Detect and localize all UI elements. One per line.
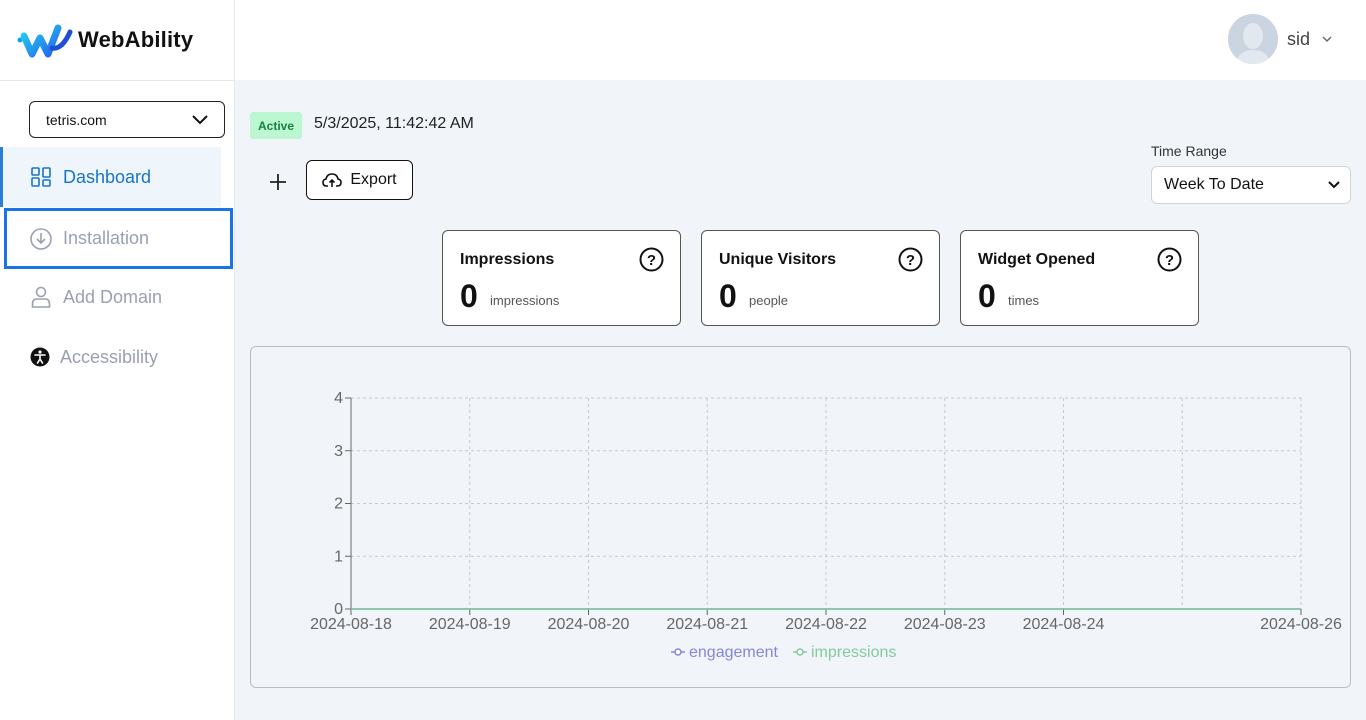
chevron-down-icon <box>192 114 208 124</box>
y-tick-label: 1 <box>334 548 343 565</box>
y-tick-label: 4 <box>334 390 343 407</box>
export-button[interactable]: Export <box>306 160 413 200</box>
card-title: Impressions <box>460 251 555 268</box>
card-value: 0 <box>460 278 478 314</box>
sidebar-item-installation[interactable]: Installation <box>4 208 233 269</box>
chevron-down-icon <box>1322 36 1332 42</box>
legend-marker <box>796 648 804 656</box>
sidebar-item-label: Dashboard <box>63 166 152 187</box>
line-chart: 012342024-08-18 2024-08-19 2024-08-20 2024-… <box>310 390 1342 661</box>
cloud-upload-icon <box>322 173 343 187</box>
x-tick-label: 2024-08-23 <box>904 616 986 633</box>
x-tick-label: 2024-08-21 <box>666 616 748 633</box>
sidebar-item-label: Installation <box>63 228 150 248</box>
avatar <box>1227 14 1278 64</box>
plus-icon <box>270 174 286 190</box>
brand-name: WebAbility <box>78 27 194 52</box>
card-value: 0 <box>719 278 737 314</box>
x-tick-label: 2024-08-24 <box>1023 616 1105 633</box>
topbar: sid <box>235 0 1366 80</box>
user-name: sid <box>1286 28 1310 49</box>
card-unit: times <box>1008 293 1040 308</box>
time-range-select[interactable]: Week To Date <box>1151 166 1351 204</box>
legend-marker <box>674 648 682 656</box>
x-tick-label: 2024-08-22 <box>785 616 867 633</box>
x-tick-label: 2024-08-20 <box>548 616 630 633</box>
logo[interactable]: WebAbility <box>0 0 234 81</box>
widget-opened-card: Widget Opened ? 0 times <box>960 230 1199 326</box>
card-title: Widget Opened <box>978 251 1096 268</box>
card-title: Unique Visitors <box>719 251 837 268</box>
sidebar-item-label: Accessibility <box>60 346 159 367</box>
x-tick-label: 2024-08-18 <box>310 616 392 633</box>
sidebar-item-dashboard[interactable]: Dashboard <box>0 147 221 207</box>
legend-label: impressions <box>811 644 896 661</box>
card-unit: impressions <box>490 293 560 308</box>
sidebar-item-accessibility[interactable]: Accessibility <box>0 327 221 387</box>
dashboard-icon <box>30 166 52 188</box>
chevron-down-icon <box>1328 181 1340 189</box>
help-icon[interactable]: ? <box>639 247 664 272</box>
x-tick-label: 2024-08-26 <box>1260 616 1342 633</box>
impressions-card: Impressions ? 0 impressions <box>442 230 681 326</box>
y-tick-label: 3 <box>334 443 343 460</box>
help-icon[interactable]: ? <box>898 247 923 272</box>
download-circle-icon <box>30 227 52 250</box>
domain-select-value: tetris.com <box>46 111 107 128</box>
legend-label: engagement <box>689 644 779 661</box>
sidebar-item-add-domain[interactable]: Add Domain <box>0 267 221 327</box>
svg-text:?: ? <box>647 252 656 269</box>
webability-logo-icon <box>17 24 73 58</box>
accessibility-icon <box>29 346 51 368</box>
analytics-chart: 0 1 2 3 4 2024-08-18 2024-08-19 2024-08-20 2024-… <box>250 346 1351 688</box>
time-range-value: Week To Date <box>1164 176 1264 193</box>
help-icon[interactable]: ? <box>1157 247 1182 272</box>
user-icon <box>30 286 52 308</box>
timestamp: 5/3/2025, 11:42:42 AM <box>314 115 474 132</box>
add-button[interactable] <box>266 170 290 194</box>
card-value: 0 <box>978 278 996 314</box>
user-menu[interactable]: sid <box>1227 14 1332 64</box>
svg-text:?: ? <box>1165 252 1174 269</box>
sidebar-item-label: Add Domain <box>63 286 163 307</box>
svg-text:?: ? <box>906 252 915 269</box>
card-unit: people <box>749 293 789 308</box>
sidebar: WebAbility tetris.com Dashboard Installa… <box>0 0 235 720</box>
y-tick-label: 2 <box>334 496 343 513</box>
x-tick-label: 2024-08-19 <box>429 616 511 633</box>
unique-visitors-card: Unique Visitors ? 0 people <box>701 230 940 326</box>
domain-select[interactable]: tetris.com <box>29 101 225 138</box>
export-label: Export <box>350 171 397 188</box>
status-badge: Active <box>250 112 302 139</box>
time-range-label: Time Range <box>1151 143 1227 159</box>
